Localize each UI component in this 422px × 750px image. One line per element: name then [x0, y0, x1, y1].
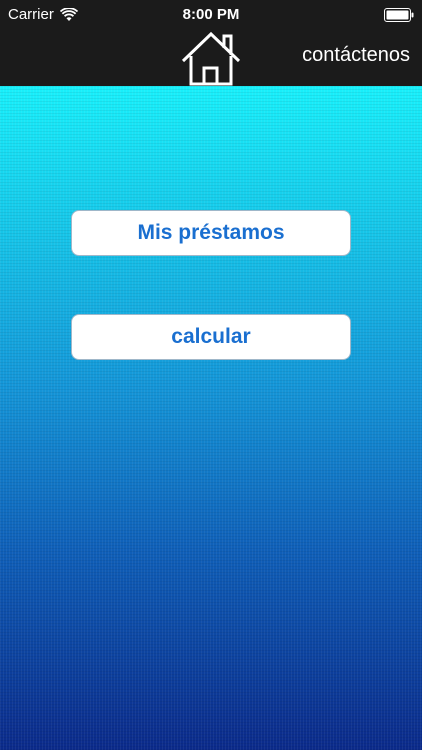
status-time: 8:00 PM: [182, 6, 240, 23]
home-button[interactable]: [180, 30, 242, 86]
home-icon: [181, 31, 241, 86]
calculate-button[interactable]: calcular: [71, 314, 351, 360]
navigation-bar: contáctenos: [0, 30, 422, 86]
contact-link[interactable]: contáctenos: [302, 44, 410, 67]
app-screen: Carrier 8:00 PM contáctenos Mis préstamo…: [0, 0, 422, 750]
main-content: Mis préstamos calcular: [0, 86, 422, 750]
battery-icon: [384, 8, 414, 22]
my-loans-button[interactable]: Mis préstamos: [71, 210, 351, 256]
status-bar: Carrier 8:00 PM: [0, 0, 422, 30]
top-bar: Carrier 8:00 PM contáctenos: [0, 0, 422, 86]
